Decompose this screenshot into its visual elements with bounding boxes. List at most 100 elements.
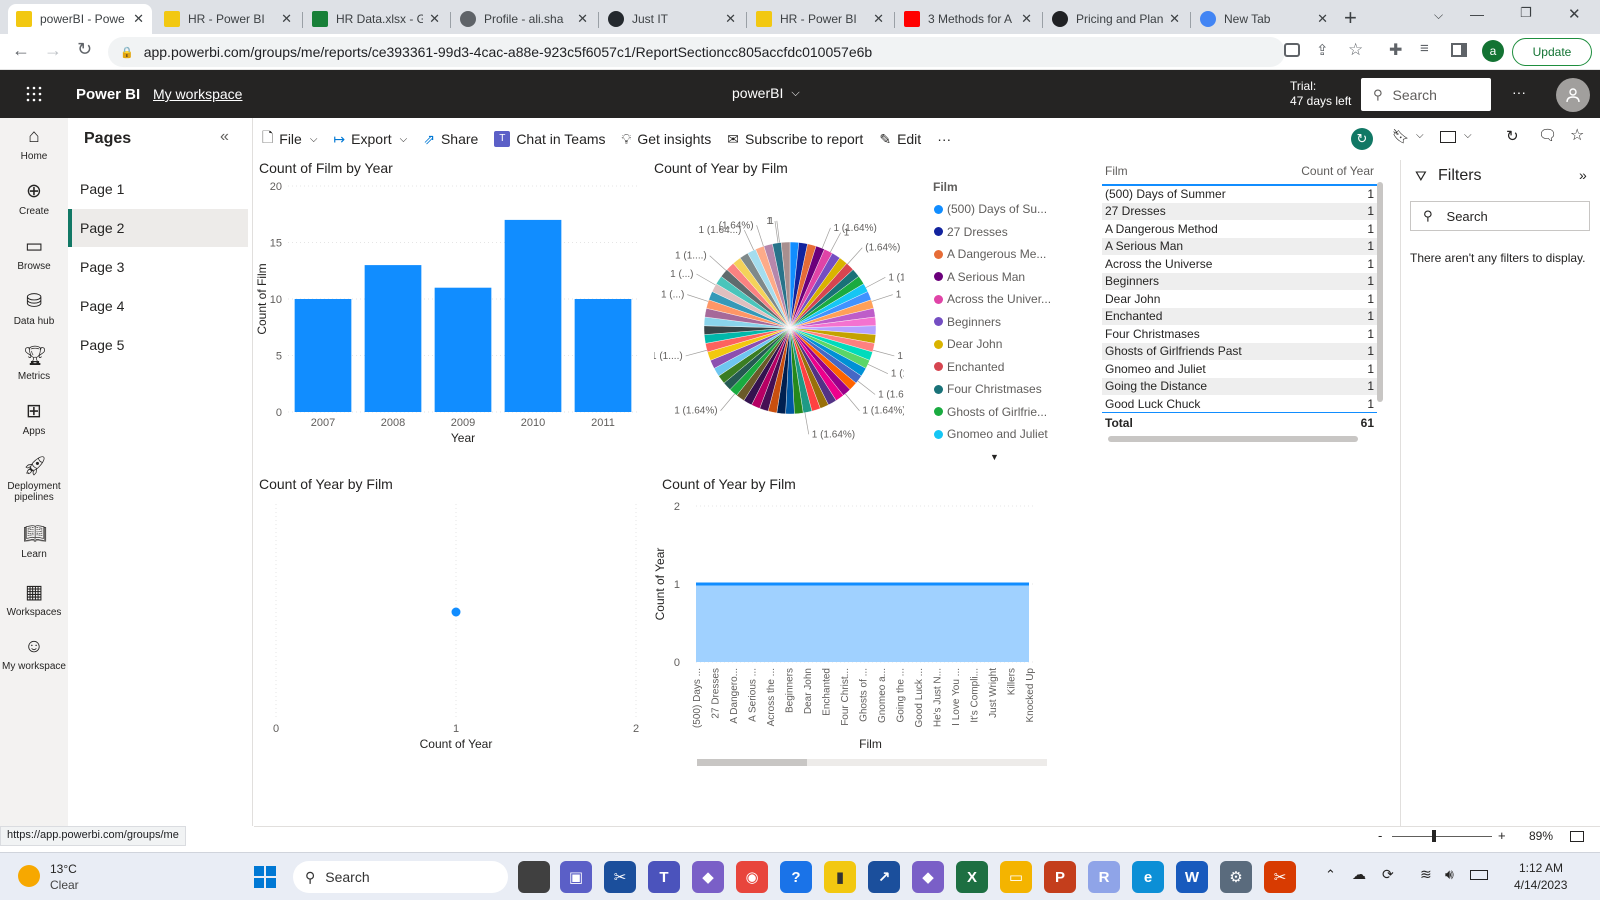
report-name-dropdown[interactable]: powerBI ⌵ xyxy=(732,85,800,101)
chat-in-teams-button[interactable]: T Chat in Teams xyxy=(494,131,606,147)
snipping-icon[interactable]: ✂ xyxy=(1264,861,1296,893)
close-tab-icon[interactable]: ✕ xyxy=(577,11,588,27)
tray-chevron-icon[interactable]: ⌃ xyxy=(1325,867,1336,883)
bar[interactable] xyxy=(574,299,632,412)
area-chart[interactable]: 0 1 2 (500) Days ... 27 Dresses A Dangero... A… xyxy=(654,494,1054,774)
app-icon[interactable]: ↗ xyxy=(868,861,900,893)
refresh-visuals-icon[interactable]: ↻ xyxy=(1351,128,1373,150)
chrome-icon[interactable]: ◉ xyxy=(736,861,768,893)
nav-item[interactable]: 🚀︎ Deployment pipelines xyxy=(0,456,68,503)
bar[interactable] xyxy=(364,265,422,412)
browser-tab[interactable]: powerBI - Powe ✕ xyxy=(8,4,152,34)
nav-item[interactable]: ☺ My workspace xyxy=(0,636,68,672)
battery-icon[interactable] xyxy=(1470,870,1488,880)
legend-item[interactable]: Across the Univer... xyxy=(934,288,1064,311)
view-icon[interactable] xyxy=(1440,131,1456,143)
scatter-point[interactable] xyxy=(451,607,461,617)
table-row[interactable]: Gnomeo and Juliet 1 xyxy=(1102,360,1377,378)
legend-item[interactable]: Four Christmases xyxy=(934,378,1064,401)
copilot-icon-2[interactable]: ◆ xyxy=(912,861,944,893)
teams-icon[interactable]: T xyxy=(648,861,680,893)
edit-button[interactable]: ✎ Edit xyxy=(879,131,921,148)
weather-icon[interactable] xyxy=(18,865,40,887)
clock-date[interactable]: 4/14/2023 xyxy=(1514,878,1567,892)
workspace-link[interactable]: My workspace xyxy=(153,86,242,102)
nav-item[interactable]: 🏆︎ Metrics xyxy=(0,346,68,382)
copilot-icon[interactable]: ◆ xyxy=(692,861,724,893)
account-avatar[interactable] xyxy=(1556,78,1590,112)
get-insights-button[interactable]: 💡︎ Get insights xyxy=(622,131,712,148)
more-options-icon[interactable]: ··· xyxy=(1512,84,1526,100)
zoom-slider[interactable] xyxy=(1392,836,1492,837)
area-chart-scroll-thumb[interactable] xyxy=(697,759,807,766)
help-icon[interactable]: ? xyxy=(780,861,812,893)
browser-tab[interactable]: Profile - ali.sha ✕ xyxy=(452,4,596,34)
forward-icon[interactable]: → xyxy=(44,40,62,61)
bookmark-icon[interactable]: 🔖︎ xyxy=(1392,128,1410,145)
zoom-slider-thumb[interactable] xyxy=(1432,830,1436,842)
browser-tab[interactable]: Just IT ✕ xyxy=(600,4,744,34)
extensions-icon[interactable]: ✚ xyxy=(1389,40,1402,60)
table-horizontal-scrollbar[interactable] xyxy=(1108,436,1358,442)
edge-icon[interactable]: e xyxy=(1132,861,1164,893)
zoom-in-button[interactable]: + xyxy=(1498,828,1506,843)
close-tab-icon[interactable]: ✕ xyxy=(1021,11,1032,27)
r-icon[interactable]: R xyxy=(1088,861,1120,893)
table-row[interactable]: A Serious Man 1 xyxy=(1102,237,1377,255)
restore-icon[interactable]: ❐ xyxy=(1520,5,1532,21)
table-row[interactable]: A Dangerous Method 1 xyxy=(1102,220,1377,238)
page-tab[interactable]: Page 3 xyxy=(68,248,248,286)
film-table[interactable]: Film Count of Year (500) Days of Summer 1… xyxy=(1102,162,1390,444)
file-menu[interactable]: 🗋 File ⌵ xyxy=(262,127,317,151)
side-panel-icon[interactable] xyxy=(1451,43,1467,57)
settings-icon[interactable]: ⚙ xyxy=(1220,861,1252,893)
reading-list-icon[interactable]: ≡ xyxy=(1420,40,1429,57)
close-tab-icon[interactable]: ✕ xyxy=(281,11,292,27)
app-name[interactable]: Power BI xyxy=(76,86,140,103)
tab-search-icon[interactable]: ⌵ xyxy=(1434,8,1443,23)
bar[interactable] xyxy=(434,287,492,412)
area-fill[interactable] xyxy=(696,584,1029,662)
close-tab-icon[interactable]: ✕ xyxy=(133,11,144,27)
share-button[interactable]: ⇗ Share xyxy=(423,131,478,148)
table-row[interactable]: Going the Distance 1 xyxy=(1102,377,1377,395)
legend-item[interactable]: Gnomeo and Juliet xyxy=(934,423,1064,446)
close-tab-icon[interactable]: ✕ xyxy=(1169,11,1180,27)
app-launcher-icon[interactable] xyxy=(26,86,42,102)
page-tab[interactable]: Page 2 xyxy=(68,209,248,247)
export-menu[interactable]: ↦ Export ⌵ xyxy=(333,131,407,148)
nav-item[interactable]: ▭ Browse xyxy=(0,236,68,272)
legend-item[interactable]: A Dangerous Me... xyxy=(934,243,1064,266)
nav-item[interactable]: ⊞ Apps xyxy=(0,401,68,437)
share-page-icon[interactable]: ⇪ xyxy=(1316,41,1329,59)
taskbar-search-input[interactable]: ⚲ Search xyxy=(293,861,508,893)
install-icon[interactable] xyxy=(1284,43,1300,57)
browser-tab[interactable]: 3 Methods for A ✕ xyxy=(896,4,1040,34)
legend-item[interactable]: (500) Days of Su... xyxy=(934,198,1064,221)
snip-tool-icon[interactable]: ✂ xyxy=(604,861,636,893)
nav-item[interactable]: ⊕ Create xyxy=(0,181,68,217)
zoom-out-button[interactable]: - xyxy=(1378,828,1382,843)
update-button[interactable]: Update xyxy=(1512,38,1592,66)
table-row[interactable]: 27 Dresses 1 xyxy=(1102,202,1377,220)
bar[interactable] xyxy=(294,299,352,412)
nav-item[interactable]: ⌂ Home xyxy=(0,126,68,162)
table-row[interactable]: Four Christmases 1 xyxy=(1102,325,1377,343)
legend-item[interactable]: Ghosts of Girlfrie... xyxy=(934,401,1064,424)
page-tab[interactable]: Page 5 xyxy=(68,326,248,364)
close-tab-icon[interactable]: ✕ xyxy=(873,11,884,27)
wifi-icon[interactable]: ≋ xyxy=(1420,866,1432,883)
table-row[interactable]: Ghosts of Girlfriends Past 1 xyxy=(1102,342,1377,360)
collapse-pages-icon[interactable]: « xyxy=(220,128,229,146)
table-row[interactable]: Across the Universe 1 xyxy=(1102,255,1377,273)
close-tab-icon[interactable]: ✕ xyxy=(429,11,440,27)
sync-icon[interactable]: ⟳ xyxy=(1382,866,1394,883)
favorite-icon[interactable]: ☆ xyxy=(1570,125,1584,145)
nav-item[interactable]: 📖︎ Learn xyxy=(0,524,68,560)
reload-report-icon[interactable]: ↻ xyxy=(1506,127,1519,145)
legend-item[interactable]: Dear John xyxy=(934,333,1064,356)
volume-icon[interactable]: 🔊︎ xyxy=(1445,866,1454,883)
nav-item[interactable]: ⛁ Data hub xyxy=(0,291,68,327)
table-row[interactable]: Good Luck Chuck 1 xyxy=(1102,395,1377,413)
pie-chart[interactable]: 11 (1.64%)1(1.64%)1 (1....)1 (...1 (...)… xyxy=(654,188,904,468)
